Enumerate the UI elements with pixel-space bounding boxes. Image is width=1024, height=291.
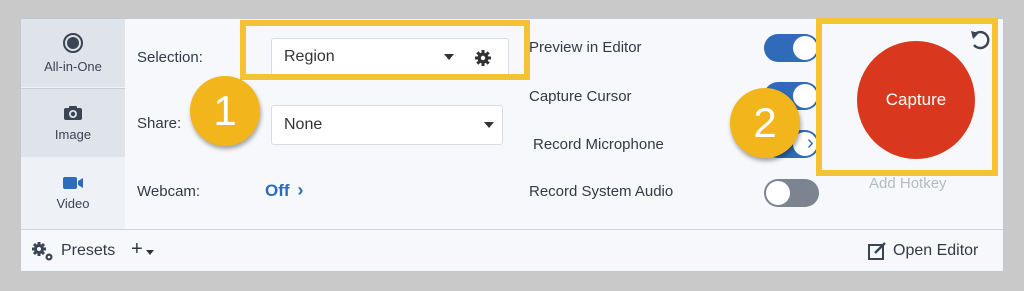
highlight-capture — [816, 18, 998, 176]
share-dropdown[interactable]: None — [271, 105, 503, 145]
option-capture-cursor: Capture Cursor — [529, 88, 632, 105]
toggle-knob — [793, 36, 817, 60]
preview-in-editor-toggle[interactable] — [764, 34, 819, 62]
share-label: Share: — [137, 115, 182, 132]
mode-label: Video — [56, 195, 90, 211]
open-editor-label: Open Editor — [893, 242, 979, 259]
video-camera-icon — [63, 176, 83, 189]
chevron-right-icon: › — [297, 180, 304, 200]
add-preset-button[interactable]: + — [131, 238, 154, 261]
mode-all-in-one[interactable]: All-in-One — [21, 19, 125, 87]
mode-label: All-in-One — [44, 58, 102, 74]
mode-image[interactable]: Image — [21, 89, 125, 157]
mode-label: Image — [54, 126, 92, 142]
gears-icon — [32, 242, 53, 261]
selection-label: Selection: — [137, 49, 203, 66]
share-value: None — [284, 116, 323, 133]
webcam-label: Webcam: — [137, 183, 201, 200]
mode-sidebar: All-in-One Image Video — [21, 19, 125, 229]
edit-icon — [868, 242, 886, 260]
toggle-knob — [793, 84, 817, 108]
step-badge-1: 1 — [190, 76, 260, 146]
option-record-system-audio: Record System Audio — [529, 183, 674, 200]
bottom-bar: Presets + Open Editor — [21, 229, 1003, 271]
add-hotkey-link[interactable]: Add Hotkey — [869, 175, 947, 192]
chevron-down-icon — [145, 250, 154, 255]
record-system-audio-toggle[interactable] — [764, 179, 819, 207]
all-in-one-icon — [63, 32, 83, 53]
option-preview-in-editor: Preview in Editor — [529, 39, 642, 56]
highlight-selection — [240, 20, 530, 80]
mode-video[interactable]: Video — [21, 159, 125, 227]
plus-icon: + — [131, 238, 143, 260]
open-editor-button[interactable]: Open Editor — [867, 241, 978, 261]
chevron-down-icon — [484, 122, 494, 128]
webcam-value: Off — [265, 180, 290, 200]
step-badge-2: 2 — [730, 88, 800, 158]
chevron-right-icon[interactable]: › — [807, 132, 814, 155]
toggle-knob — [766, 181, 790, 205]
presets-label: Presets — [61, 242, 116, 259]
option-record-microphone: Record Microphone — [533, 136, 664, 153]
camera-icon — [64, 105, 82, 120]
presets-button[interactable]: Presets — [31, 240, 115, 262]
webcam-toggle-link[interactable]: Off › — [265, 180, 304, 201]
